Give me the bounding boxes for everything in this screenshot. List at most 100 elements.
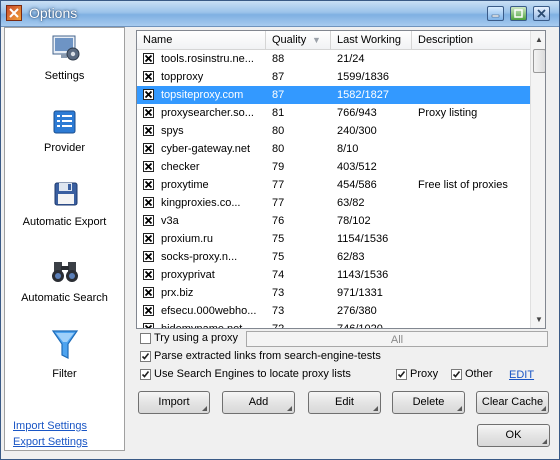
x-mark-icon [144, 54, 153, 63]
sidebar-item-provider[interactable]: Provider [5, 108, 124, 156]
row-checkbox[interactable] [143, 287, 154, 298]
add-button[interactable]: Add [222, 391, 295, 414]
table-row[interactable]: cyber-gateway.net 80 8/10 [137, 140, 530, 158]
table-row[interactable]: efsecu.000webho... 73 276/380 [137, 302, 530, 320]
clear-cache-button[interactable]: Clear Cache [476, 391, 549, 414]
maximize-icon [514, 9, 523, 18]
ok-button[interactable]: OK [477, 424, 550, 447]
cell-quality: 72 [272, 323, 285, 329]
cell-last: 1143/1536 [337, 269, 389, 281]
funnel-icon [50, 328, 80, 362]
row-checkbox[interactable] [143, 269, 154, 280]
column-header-name[interactable]: Name [137, 31, 266, 49]
sidebar-item-settings[interactable]: Settings [5, 32, 124, 90]
row-checkbox[interactable] [143, 53, 154, 64]
x-mark-icon [144, 288, 153, 297]
table-row[interactable]: kingproxies.co... 77 63/82 [137, 194, 530, 212]
cell-quality: 76 [272, 215, 285, 227]
x-mark-icon [144, 234, 153, 243]
vertical-scrollbar[interactable]: ▲ ▼ [530, 31, 545, 328]
try-proxy-checkbox[interactable] [140, 333, 151, 344]
title-bar[interactable]: Options [1, 1, 559, 27]
other-label: Other [465, 368, 493, 380]
table-row[interactable]: proxium.ru 75 1154/1536 [137, 230, 530, 248]
table-row[interactable]: checker 79 403/512 [137, 158, 530, 176]
button-label: Edit [335, 396, 354, 408]
other-checkbox[interactable] [451, 369, 462, 380]
cell-last: 1582/1827 [337, 89, 389, 101]
edit-search-engines-link[interactable]: EDIT [509, 369, 534, 381]
x-mark-icon [144, 324, 153, 328]
cell-name: socks-proxy.n... [161, 251, 238, 263]
close-button[interactable] [533, 6, 550, 21]
cell-desc [418, 230, 528, 248]
table-row[interactable]: tools.rosinstru.ne... 88 21/24 [137, 50, 530, 68]
cell-desc [418, 194, 528, 212]
maximize-button[interactable] [510, 6, 527, 21]
row-checkbox[interactable] [143, 197, 154, 208]
row-checkbox[interactable] [143, 143, 154, 154]
try-proxy-label: Try using a proxy [154, 332, 238, 344]
row-checkbox[interactable] [143, 179, 154, 190]
cell-desc [418, 50, 528, 68]
scroll-down-icon[interactable]: ▼ [531, 311, 545, 328]
cell-quality: 87 [272, 89, 285, 101]
table-row[interactable]: prx.biz 73 971/1331 [137, 284, 530, 302]
provider-icon [51, 108, 79, 136]
minimize-button[interactable] [487, 6, 504, 21]
row-checkbox[interactable] [143, 323, 154, 328]
close-icon [537, 9, 546, 18]
delete-button[interactable]: Delete [392, 391, 465, 414]
table-row[interactable]: topproxy 87 1599/1836 [137, 68, 530, 86]
column-header-description[interactable]: Description [412, 31, 530, 49]
table-row[interactable]: hidemyname.net 72 746/1020 [137, 320, 530, 329]
row-checkbox[interactable] [143, 215, 154, 226]
row-checkbox[interactable] [143, 233, 154, 244]
cell-quality: 73 [272, 287, 285, 299]
sidebar-item-label: Settings [44, 70, 85, 82]
sidebar-item-automatic-search[interactable]: Automatic Search [5, 256, 124, 308]
table-row[interactable]: socks-proxy.n... 75 62/83 [137, 248, 530, 266]
cell-last: 1599/1836 [337, 71, 389, 83]
corner-grip-icon [541, 406, 546, 411]
export-settings-link[interactable]: Export Settings [13, 436, 88, 448]
row-checkbox[interactable] [143, 161, 154, 172]
import-button[interactable]: Import [138, 391, 210, 414]
import-settings-link[interactable]: Import Settings [13, 420, 87, 432]
row-checkbox[interactable] [143, 107, 154, 118]
sidebar-item-filter[interactable]: Filter [5, 328, 124, 382]
cell-desc [418, 122, 528, 140]
cell-name: topsiteproxy.com [161, 89, 244, 101]
cell-quality: 87 [272, 71, 285, 83]
use-search-engines-checkbox[interactable] [140, 369, 151, 380]
row-checkbox[interactable] [143, 125, 154, 136]
cell-desc [418, 302, 528, 320]
scroll-thumb[interactable] [533, 49, 545, 73]
proxy-checkbox[interactable] [396, 369, 407, 380]
app-icon [6, 5, 22, 21]
table-row[interactable]: proxysearcher.so... 81 766/943 Proxy listin… [137, 104, 530, 122]
cell-last: 276/380 [337, 305, 377, 317]
table-row[interactable]: proxytime 77 454/586 Free list of proxies [137, 176, 530, 194]
edit-button[interactable]: Edit [308, 391, 381, 414]
scroll-up-icon[interactable]: ▲ [531, 31, 545, 48]
row-checkbox[interactable] [143, 305, 154, 316]
proxy-select-input[interactable]: All [246, 331, 548, 347]
cell-last: 8/10 [337, 143, 359, 155]
column-header-quality[interactable]: Quality ▼ [266, 31, 331, 49]
table-row[interactable]: v3a 76 78/102 [137, 212, 530, 230]
column-header-last-working[interactable]: Last Working [331, 31, 412, 49]
row-checkbox[interactable] [143, 89, 154, 100]
row-checkbox[interactable] [143, 251, 154, 262]
table-row[interactable]: proxyprivat 74 1143/1536 [137, 266, 530, 284]
button-label: OK [505, 429, 522, 441]
table-row[interactable]: spys 80 240/300 [137, 122, 530, 140]
cell-desc: Proxy listing [418, 107, 478, 119]
parse-links-checkbox[interactable] [140, 351, 151, 362]
cell-name: checker [161, 161, 200, 173]
sidebar-item-automatic-export[interactable]: Automatic Export [5, 180, 124, 230]
row-checkbox[interactable] [143, 71, 154, 82]
table-row[interactable]: topsiteproxy.com 87 1582/1827 [137, 86, 530, 104]
x-mark-icon [144, 90, 153, 99]
settings-icon [50, 32, 82, 64]
